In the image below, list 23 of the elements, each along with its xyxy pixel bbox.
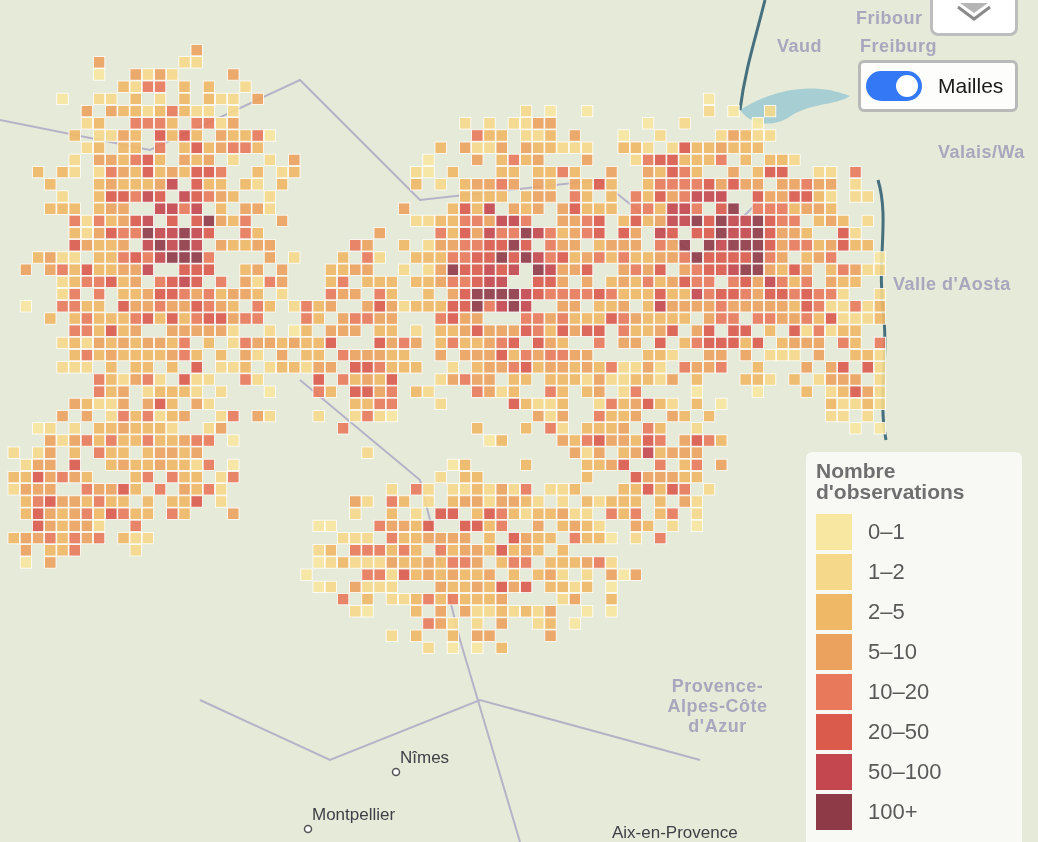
legend-title: Nombre d'observations (816, 460, 966, 502)
map-label: Fribour (856, 8, 923, 28)
toggle-switch[interactable] (866, 71, 922, 101)
legend-label: 2–5 (868, 599, 905, 625)
legend-label: 5–10 (868, 639, 917, 665)
city-marker-icon (303, 824, 313, 834)
map-label: Aix-en-Provence (612, 823, 738, 842)
legend-label: 100+ (868, 799, 918, 825)
map-label: Nîmes (400, 748, 450, 768)
legend-label: 50–100 (868, 759, 942, 785)
map-label: Vaud (777, 36, 822, 56)
map-label: Valle d'Aosta (893, 274, 1011, 294)
legend-label: 10–20 (868, 679, 930, 705)
legend-label: 1–2 (868, 559, 905, 585)
toggle-label: Mailles (938, 74, 1004, 98)
map-label: Valais/Wa (938, 142, 1025, 162)
map-label: Montpellier (312, 805, 396, 825)
legend-label: 20–50 (868, 719, 930, 745)
map-label: Provence-Alpes-Côte d'Azur (666, 676, 769, 736)
city-marker-icon (391, 767, 401, 777)
layers-button[interactable] (930, 0, 1018, 36)
legend-label: 0–1 (868, 519, 905, 545)
map-label: Freiburg (860, 36, 937, 56)
